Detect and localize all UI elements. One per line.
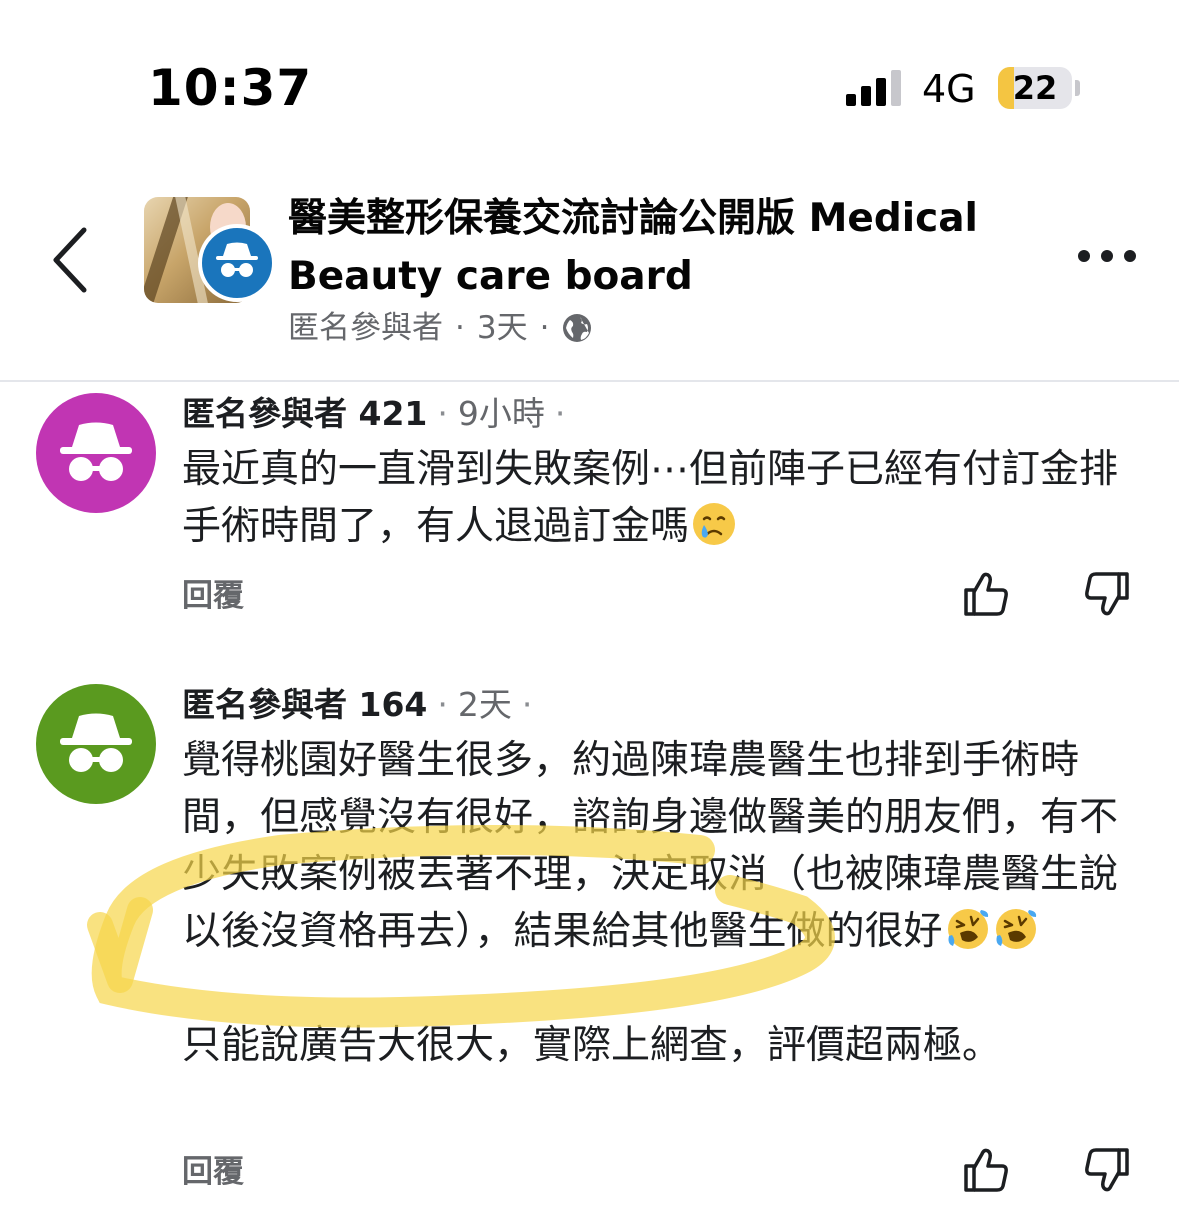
comment-header: 匿名參與者 164 · 2天 · <box>182 683 542 727</box>
status-time: 10:37 <box>148 59 313 117</box>
anonymous-icon <box>60 713 132 772</box>
network-type: 4G <box>922 67 976 111</box>
back-button[interactable] <box>40 222 100 298</box>
globe-icon <box>563 314 592 342</box>
thumbs-up-icon[interactable] <box>962 1146 1010 1194</box>
thumbs-down-icon[interactable] <box>1083 1146 1131 1194</box>
comment-paragraph: 只能說廣告大很大，實際上網查，評價超兩極。 <box>182 1017 1132 1074</box>
comment-body: 最近真的一直滑到失敗案例⋯但前陣子已經有付訂金排手術時間了，有人退過訂金嗎 <box>182 441 1132 555</box>
group-title[interactable]: 醫美整形保養交流討論公開版 Medical Beauty care board <box>288 190 1058 306</box>
comment-author[interactable]: 匿名參與者 421 <box>182 392 427 436</box>
rolling-on-floor-laughing-emoji <box>995 909 1036 949</box>
reply-button[interactable]: 回覆 <box>182 574 244 618</box>
comment-text: 最近真的一直滑到失敗案例⋯但前陣子已經有付訂金排手術時間了，有人退過訂金嗎 <box>182 447 1119 549</box>
post-age[interactable]: 3天 <box>477 306 528 350</box>
reply-button[interactable]: 回覆 <box>182 1150 244 1194</box>
meta-separator: · <box>455 310 465 346</box>
more-horizontal-icon <box>1078 250 1136 262</box>
crying-face-emoji <box>693 503 736 545</box>
thumbs-up-icon[interactable] <box>962 570 1010 618</box>
comment-text: 只能說廣告大很大，實際上網查，評價超兩極。 <box>182 1023 1002 1068</box>
comment-separator: · <box>521 685 533 724</box>
more-options-button[interactable] <box>1074 236 1140 276</box>
post-meta: 匿名參與者 · 3天 · <box>288 306 593 350</box>
comment-time[interactable]: 2天 <box>458 683 512 727</box>
cellular-signal-icon <box>846 70 902 106</box>
anonymous-icon <box>60 422 132 481</box>
avatar[interactable] <box>36 684 156 804</box>
anonymous-icon <box>198 224 276 302</box>
comment-header: 匿名參與者 421 · 9小時 · <box>182 392 575 436</box>
comment-separator: · <box>437 394 448 433</box>
thumbs-down-icon[interactable] <box>1083 570 1131 618</box>
post-author: 匿名參與者 <box>288 310 443 346</box>
chevron-left-icon <box>53 227 87 293</box>
rolling-on-floor-laughing-emoji <box>947 909 988 949</box>
battery-icon: 22 <box>998 67 1072 109</box>
battery-tip <box>1075 80 1080 96</box>
comment-separator: · <box>437 685 448 724</box>
battery-percent: 22 <box>1012 69 1058 107</box>
comment-body: 覺得桃園好醫生很多，約過陳瑋農醫生也排到手術時間，但感覺沒有很好，諮詢身邊做醫美… <box>182 732 1132 1074</box>
comment-time[interactable]: 9小時 <box>458 392 545 436</box>
header-divider <box>0 380 1179 382</box>
avatar[interactable] <box>36 393 156 513</box>
comment-paragraph: 覺得桃園好醫生很多，約過陳瑋農醫生也排到手術時間，但感覺沒有很好，諮詢身邊做醫美… <box>182 732 1132 960</box>
meta-separator: · <box>539 310 550 346</box>
comment-separator: · <box>554 394 566 433</box>
comment-author[interactable]: 匿名參與者 164 <box>182 683 427 727</box>
